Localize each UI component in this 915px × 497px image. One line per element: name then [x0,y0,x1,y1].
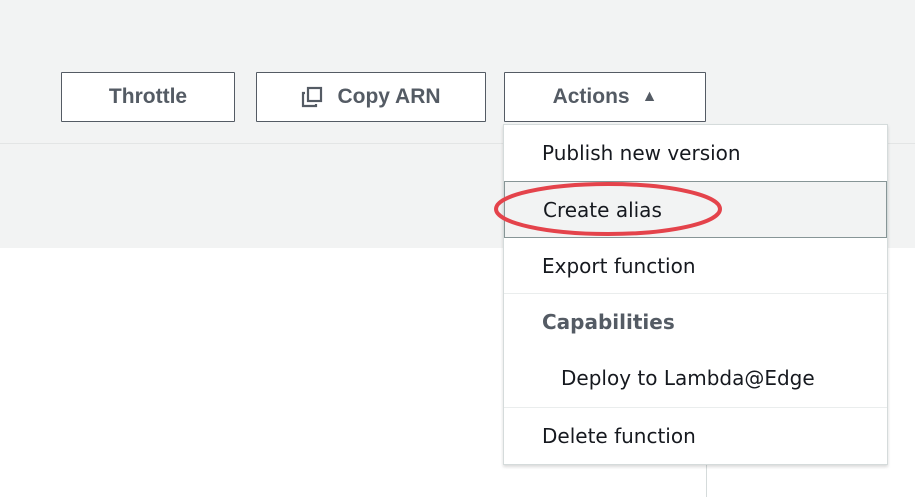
caret-up-icon: ▲ [641,88,658,105]
menu-item-label: Publish new version [542,141,741,165]
menu-item-publish-new-version[interactable]: Publish new version [504,125,887,181]
copy-arn-button[interactable]: Copy ARN [256,72,486,122]
actions-menu: Publish new version Create alias Export … [503,124,888,465]
actions-button-label: Actions [552,85,630,108]
throttle-button-label: Throttle [108,85,188,108]
copy-arn-button-label: Copy ARN [337,85,441,108]
menu-item-label: Deploy to Lambda@Edge [561,366,815,390]
highlight-annotation-oval [494,182,722,236]
throttle-button[interactable]: Throttle [61,72,235,122]
menu-item-label: Delete function [542,424,696,448]
menu-group-header-capabilities: Capabilities [504,293,887,349]
menu-item-export-function[interactable]: Export function [504,238,887,293]
actions-dropdown-button[interactable]: Actions ▲ [504,72,706,122]
page-background: Throttle Copy ARN Actions ▲ Publish new … [0,0,915,497]
menu-group-label: Capabilities [542,309,675,334]
copy-icon [301,86,323,108]
menu-item-delete-function[interactable]: Delete function [504,407,887,464]
menu-item-label: Export function [542,253,696,278]
divider-line [706,465,707,497]
menu-item-deploy-to-lambda-edge[interactable]: Deploy to Lambda@Edge [504,349,887,407]
